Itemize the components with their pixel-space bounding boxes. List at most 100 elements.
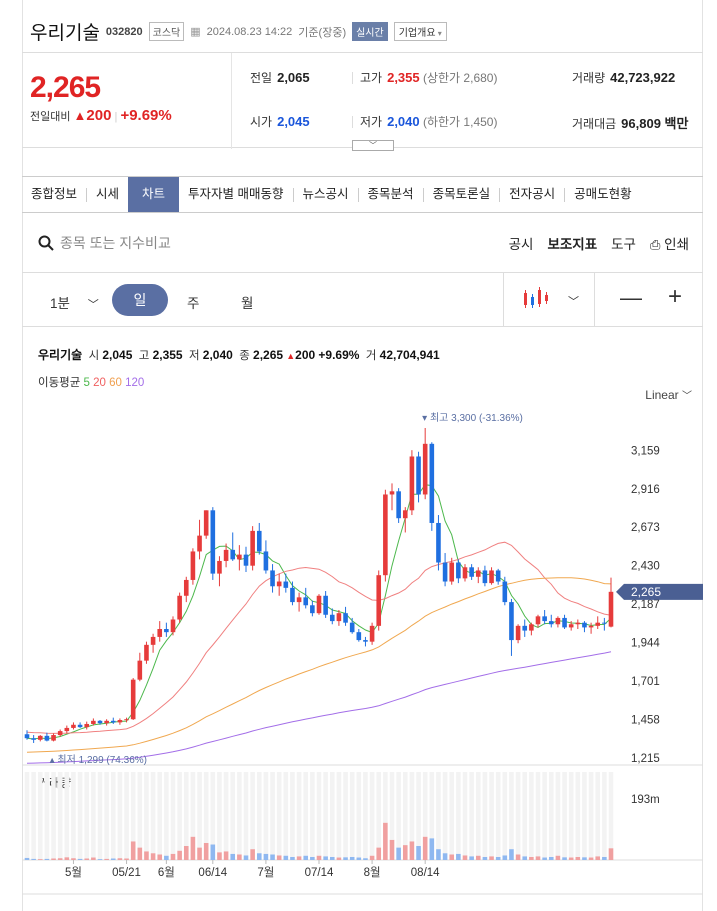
volume-bar-bg <box>24 772 30 858</box>
x-tick-label: 6월 <box>158 866 175 879</box>
volume-bar <box>349 856 355 860</box>
volume-bar <box>462 855 468 860</box>
candle-body <box>44 735 50 741</box>
candle-body <box>535 616 541 625</box>
volume-bar <box>409 841 415 860</box>
volume-bar <box>482 856 488 860</box>
candle-body <box>64 727 70 732</box>
volume-bar-bg <box>97 772 103 860</box>
volume-bar-bg <box>416 772 421 847</box>
volume-bar-bg <box>495 772 501 857</box>
volume-bar-bg <box>482 772 488 857</box>
volume-bar-bg <box>515 772 521 855</box>
volume-bar-bg <box>409 772 415 842</box>
volume-bar-bg <box>130 772 136 842</box>
x-tick-label: 07/14 <box>305 867 334 879</box>
volume-bar-bg <box>51 772 56 859</box>
volume-bar <box>283 855 289 860</box>
candle-body <box>323 595 328 615</box>
volume-bar <box>217 852 222 860</box>
candle-body <box>575 622 581 625</box>
candle-body <box>310 605 315 614</box>
y-tick-label: 1,458 <box>631 715 660 727</box>
volume-bar <box>555 855 561 860</box>
volume-bar-bg <box>117 772 123 859</box>
candle-body <box>595 622 601 626</box>
volume-bar <box>177 850 182 860</box>
candle-body <box>349 622 355 633</box>
candle-body <box>157 629 163 637</box>
candle-body <box>91 720 96 724</box>
y-tick-label: 1,215 <box>631 753 660 765</box>
volume-bar-bg <box>582 772 587 858</box>
volume-bar <box>509 849 514 860</box>
candle-body <box>602 622 607 624</box>
volume-bar <box>243 855 249 860</box>
volume-bar <box>316 855 322 860</box>
candle-body <box>256 530 262 552</box>
volume-bar-bg <box>356 772 362 858</box>
candle-body <box>343 613 348 623</box>
volume-bar-bg <box>442 772 448 854</box>
x-tick-label: 08/14 <box>411 867 440 879</box>
volume-bar-bg <box>283 772 289 856</box>
volume-bar <box>356 857 362 860</box>
volume-bar <box>343 857 348 860</box>
volume-bar-bg <box>323 772 328 857</box>
candle-body <box>383 494 388 576</box>
candle-body <box>164 629 169 633</box>
volume-bar-bg <box>250 772 255 850</box>
volume-bar <box>303 855 309 860</box>
volume-bar <box>329 856 335 860</box>
volume-bar <box>44 858 50 860</box>
volume-bar <box>263 853 269 860</box>
volume-bar <box>37 859 43 860</box>
candle-body <box>183 579 189 596</box>
volume-bar-bg <box>548 772 554 857</box>
volume-bar <box>57 858 63 860</box>
volume-bar <box>495 856 501 860</box>
candle-body <box>522 625 528 631</box>
y-tick-label: 2,430 <box>631 561 660 573</box>
candle-body <box>197 535 202 552</box>
candle-body <box>144 644 149 661</box>
candle-body <box>77 724 83 728</box>
volume-bar <box>137 847 143 860</box>
volume-bar <box>230 853 236 860</box>
candle-body <box>389 491 395 495</box>
volume-bar-bg <box>575 772 581 857</box>
volume-bar-bg <box>310 772 315 857</box>
candle-body <box>303 597 309 606</box>
volume-bar-bg <box>197 772 202 848</box>
x-tick-label: 8월 <box>364 866 381 879</box>
volume-bar-bg <box>529 772 534 857</box>
volume-bar <box>71 858 76 860</box>
candle-body <box>237 554 242 560</box>
candle-body <box>117 720 123 723</box>
candle-body <box>263 551 269 571</box>
volume-bar <box>383 822 388 860</box>
candle-body <box>363 640 368 642</box>
candle-body <box>608 591 614 627</box>
candle-body <box>270 570 275 587</box>
volume-bar-bg <box>383 772 388 823</box>
volume-bar <box>197 847 202 860</box>
volume-bar-bg <box>475 772 481 856</box>
price-chart[interactable]: 3,159 2,916 2,673 2,430 2,187 1,944 1,701 1,458… <box>0 0 717 911</box>
volume-bar <box>469 856 474 860</box>
volume-bar-bg <box>290 772 295 857</box>
candle-body <box>369 625 375 642</box>
volume-bar <box>270 854 275 860</box>
volume-bar <box>595 856 601 860</box>
candle-body <box>396 491 401 519</box>
volume-bar <box>203 842 209 860</box>
volume-bar-bg <box>104 772 109 859</box>
candle-body <box>555 617 561 625</box>
volume-bar <box>363 858 368 860</box>
volume-bar <box>416 846 421 860</box>
volume-bar <box>170 853 176 860</box>
candle-body <box>422 443 428 495</box>
volume-bar-bg <box>243 772 249 856</box>
volume-bar-bg <box>164 772 169 856</box>
candle-body <box>568 624 574 628</box>
